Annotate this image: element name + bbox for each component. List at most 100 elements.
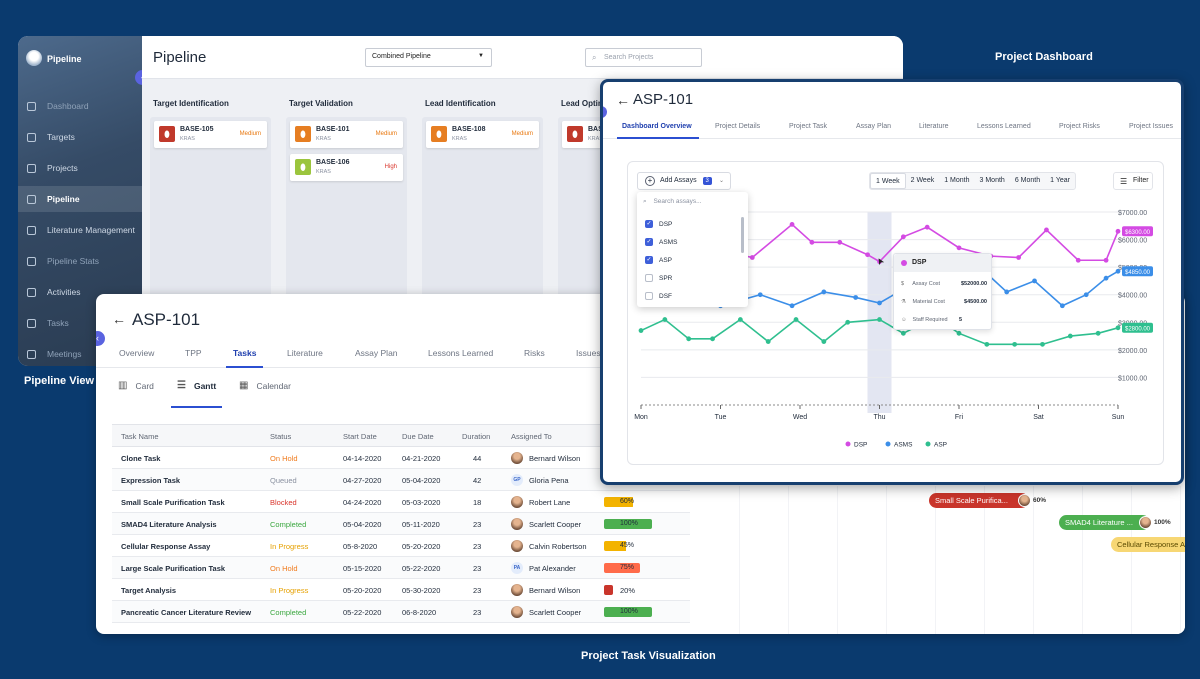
tab-dashboard-overview[interactable]: Dashboard Overview <box>622 123 692 130</box>
pipeline-select[interactable]: Combined Pipeline ▼ <box>365 48 492 67</box>
legend-label[interactable]: ASP <box>934 442 947 449</box>
tab-issues[interactable]: Issues <box>576 348 601 358</box>
checkbox-icon[interactable] <box>645 292 653 300</box>
data-point[interactable] <box>1115 268 1121 274</box>
data-point[interactable] <box>1115 325 1121 331</box>
sidebar-item-pipeline[interactable]: Pipeline <box>18 186 142 212</box>
data-point[interactable] <box>877 317 882 322</box>
tab-project-task[interactable]: Project Task <box>789 123 827 130</box>
tab-lessons-learned[interactable]: Lessons Learned <box>977 123 1031 130</box>
project-card[interactable]: ⬮ BASE-101 KRAS Medium <box>290 121 403 148</box>
table-row[interactable]: Cellular Response Assay In Progress 05-8-2… <box>112 535 690 557</box>
project-card[interactable]: ⬮ BASE-105 KRAS Medium <box>154 121 267 148</box>
data-point[interactable] <box>638 328 644 333</box>
data-point[interactable] <box>686 336 692 342</box>
tab-assay-plan[interactable]: Assay Plan <box>355 348 398 358</box>
range-6-month[interactable]: 6 Month <box>1010 173 1045 189</box>
data-point[interactable] <box>1004 289 1010 295</box>
tab-project-details[interactable]: Project Details <box>715 123 760 130</box>
data-point[interactable] <box>710 336 715 342</box>
back-arrow-icon[interactable]: ← <box>112 311 126 327</box>
assay-option-dsf[interactable]: DSF <box>645 292 672 300</box>
col-duration[interactable]: Duration <box>462 432 490 441</box>
data-point[interactable] <box>956 245 962 251</box>
gantt-bar[interactable]: Small Scale Purifica... <box>929 493 1031 508</box>
data-point[interactable] <box>1075 257 1081 263</box>
view-calendar[interactable]: ▦ Calendar <box>239 380 291 391</box>
legend-label[interactable]: DSP <box>854 442 867 449</box>
data-point[interactable] <box>1040 341 1045 347</box>
data-point[interactable] <box>853 295 859 300</box>
range-1-week[interactable]: 1 Week <box>870 173 906 189</box>
data-point[interactable] <box>1032 278 1037 284</box>
data-point[interactable] <box>1103 257 1109 263</box>
range-2-week[interactable]: 2 Week <box>906 173 940 189</box>
tab-tasks[interactable]: Tasks <box>233 348 256 358</box>
gantt-bar[interactable]: Cellular Response Assay <box>1111 537 1185 552</box>
data-point[interactable] <box>789 222 795 227</box>
table-row[interactable]: Large Scale Purification Task On Hold 05-1… <box>112 557 690 579</box>
project-card[interactable]: ⬮ BASE-108 KRAS Medium <box>426 121 539 148</box>
data-point[interactable] <box>956 330 962 336</box>
data-point[interactable] <box>1059 303 1065 309</box>
data-point[interactable] <box>1083 292 1089 298</box>
data-point[interactable] <box>900 330 906 336</box>
sidebar-item-projects[interactable]: Projects <box>18 155 142 181</box>
data-point[interactable] <box>1103 275 1109 281</box>
data-point[interactable] <box>757 292 763 298</box>
tab-tpp[interactable]: TPP <box>185 348 202 358</box>
col-assigned-to[interactable]: Assigned To <box>511 432 552 441</box>
assay-option-asms[interactable]: ✓ ASMS <box>645 238 677 246</box>
data-point[interactable] <box>765 339 771 344</box>
data-point[interactable] <box>924 224 930 230</box>
table-row[interactable]: Small Scale Purification Task Blocked 04-2… <box>112 491 690 513</box>
col-due-date[interactable]: Due Date <box>402 432 434 441</box>
data-point[interactable] <box>821 289 827 295</box>
data-point[interactable] <box>662 317 668 322</box>
data-point[interactable] <box>821 339 827 344</box>
range-3-month[interactable]: 3 Month <box>975 173 1010 189</box>
checkbox-checked-icon[interactable]: ✓ <box>645 256 653 264</box>
range-1-month[interactable]: 1 Month <box>939 173 974 189</box>
tab-overview[interactable]: Overview <box>119 348 154 358</box>
checkbox-checked-icon[interactable]: ✓ <box>645 220 653 228</box>
col-task-name[interactable]: Task Name <box>121 432 159 441</box>
back-arrow-icon[interactable]: ← <box>616 92 630 108</box>
tab-lessons-learned[interactable]: Lessons Learned <box>428 348 493 358</box>
data-point[interactable] <box>737 317 743 322</box>
assay-option-spr[interactable]: SPR <box>645 274 672 282</box>
tab-risks[interactable]: Risks <box>524 348 545 358</box>
data-point[interactable] <box>865 252 870 258</box>
tab-literature[interactable]: Literature <box>919 123 949 130</box>
data-point[interactable] <box>793 317 799 322</box>
table-row[interactable]: Target Analysis In Progress 05-20-2020 05-3… <box>112 579 690 601</box>
gantt-bar[interactable]: SMAD4 Literature ... <box>1059 515 1152 530</box>
add-assays-button[interactable]: + Add Assays 3 ⌄ <box>637 172 731 190</box>
col-start-date[interactable]: Start Date <box>343 432 377 441</box>
assay-option-asp[interactable]: ✓ ASP <box>645 256 672 264</box>
assay-search-input[interactable]: ⌕ Search assays... <box>643 198 702 206</box>
data-point[interactable] <box>1044 227 1049 233</box>
data-point[interactable] <box>749 255 755 260</box>
project-card[interactable]: ⬮ BASE-106 KRAS High <box>290 154 403 181</box>
tab-assay-plan[interactable]: Assay Plan <box>856 123 891 130</box>
data-point[interactable] <box>984 341 990 347</box>
data-point[interactable] <box>845 319 851 325</box>
legend-label[interactable]: ASMS <box>894 442 913 449</box>
dropdown-scrollbar[interactable] <box>741 217 744 253</box>
data-point[interactable] <box>1012 341 1018 347</box>
data-point[interactable] <box>837 239 843 245</box>
search-projects-input[interactable]: ⌕ Search Projects <box>585 48 702 67</box>
data-point[interactable] <box>877 300 882 306</box>
view-card[interactable]: ▥ Card <box>118 380 154 391</box>
data-point[interactable] <box>1115 228 1121 234</box>
data-point[interactable] <box>809 239 815 245</box>
view-gantt[interactable]: ☰ Gantt <box>177 380 216 391</box>
sidebar-item-targets[interactable]: Targets <box>18 124 142 150</box>
data-point[interactable] <box>900 234 906 240</box>
checkbox-checked-icon[interactable]: ✓ <box>645 238 653 246</box>
data-point[interactable] <box>789 303 795 309</box>
range-1-year[interactable]: 1 Year <box>1045 173 1075 189</box>
filter-button[interactable]: ☰ Filter <box>1113 172 1153 190</box>
data-point[interactable] <box>1095 330 1101 336</box>
